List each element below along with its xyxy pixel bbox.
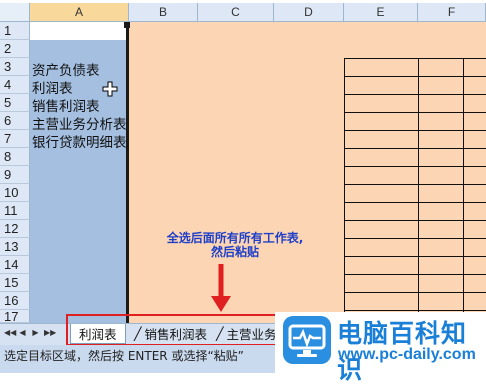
- column-header-e[interactable]: E: [344, 3, 418, 22]
- row-header[interactable]: 5: [0, 94, 30, 112]
- row-header[interactable]: 2: [0, 40, 30, 58]
- grid-line: [344, 94, 486, 95]
- cell-a-text: 银行贷款明细表: [32, 135, 127, 151]
- grid-line: [344, 58, 486, 59]
- grid-line: [344, 184, 486, 185]
- grid-line: [344, 130, 486, 131]
- cell-a-text: 利润表: [32, 81, 73, 97]
- spreadsheet: A B C D E F 1 2 3 4 5 6 7 8 9 10 11 12 13 14 15 16 17 资产…: [0, 0, 486, 384]
- row-header[interactable]: 17: [0, 309, 30, 324]
- row-header[interactable]: 8: [0, 148, 30, 166]
- grid-line: [344, 202, 486, 203]
- row-header[interactable]: 13: [0, 238, 30, 256]
- cell-a-text: 销售利润表: [32, 99, 100, 115]
- red-arrow-icon: [211, 264, 231, 312]
- row-header[interactable]: 15: [0, 274, 30, 292]
- next-sheet-button[interactable]: ▶: [31, 327, 40, 339]
- row-header[interactable]: 11: [0, 202, 30, 220]
- selection-border: [126, 22, 129, 323]
- cross-cursor-icon: [102, 81, 118, 97]
- watermark-url: www.pc-daily.com: [338, 346, 476, 363]
- watermark-logo: 电脑百科知识 www.pc-daily.com: [275, 312, 486, 384]
- last-sheet-button[interactable]: ▶▶: [44, 327, 56, 339]
- annotation-line-2: 然后粘贴: [210, 245, 259, 259]
- row-header[interactable]: 9: [0, 166, 30, 184]
- prev-sheet-button[interactable]: ◀: [18, 327, 27, 339]
- cell-a-text: 资产负债表: [32, 63, 100, 79]
- monitor-icon: [283, 316, 331, 364]
- grid-line: [344, 58, 345, 323]
- column-header-b[interactable]: B: [129, 3, 198, 22]
- row-header[interactable]: 1: [0, 22, 30, 40]
- cell-a-text: 主营业务分析表: [32, 117, 127, 133]
- row-header[interactable]: 3: [0, 58, 30, 76]
- grid-line: [344, 256, 486, 257]
- grid-line: [418, 58, 419, 323]
- row-header[interactable]: 16: [0, 292, 30, 310]
- column-header-c[interactable]: C: [198, 3, 274, 22]
- grid-line: [344, 292, 486, 293]
- column-header-f[interactable]: F: [418, 3, 486, 22]
- row-header[interactable]: 10: [0, 184, 30, 202]
- fill-handle[interactable]: [124, 22, 130, 28]
- grid-line: [344, 112, 486, 113]
- grid-line: [344, 76, 486, 77]
- first-sheet-button[interactable]: ◀◀: [4, 327, 16, 339]
- row-header[interactable]: 4: [0, 76, 30, 94]
- row-header[interactable]: 12: [0, 220, 30, 238]
- row-header[interactable]: 14: [0, 256, 30, 274]
- column-header-a[interactable]: A: [30, 3, 129, 22]
- select-all-corner[interactable]: [0, 3, 30, 22]
- row-header[interactable]: 7: [0, 130, 30, 148]
- grid-line: [344, 166, 486, 167]
- grid-line: [344, 238, 486, 239]
- row-header[interactable]: 6: [0, 112, 30, 130]
- grid-line: [463, 58, 464, 323]
- grid-line: [344, 220, 486, 221]
- sheet-cells-area[interactable]: [129, 22, 486, 323]
- grid-line: [344, 148, 486, 149]
- column-header-d[interactable]: D: [274, 3, 344, 22]
- grid-line: [344, 310, 486, 311]
- grid-line: [344, 274, 486, 275]
- active-cell-a1[interactable]: [30, 22, 128, 40]
